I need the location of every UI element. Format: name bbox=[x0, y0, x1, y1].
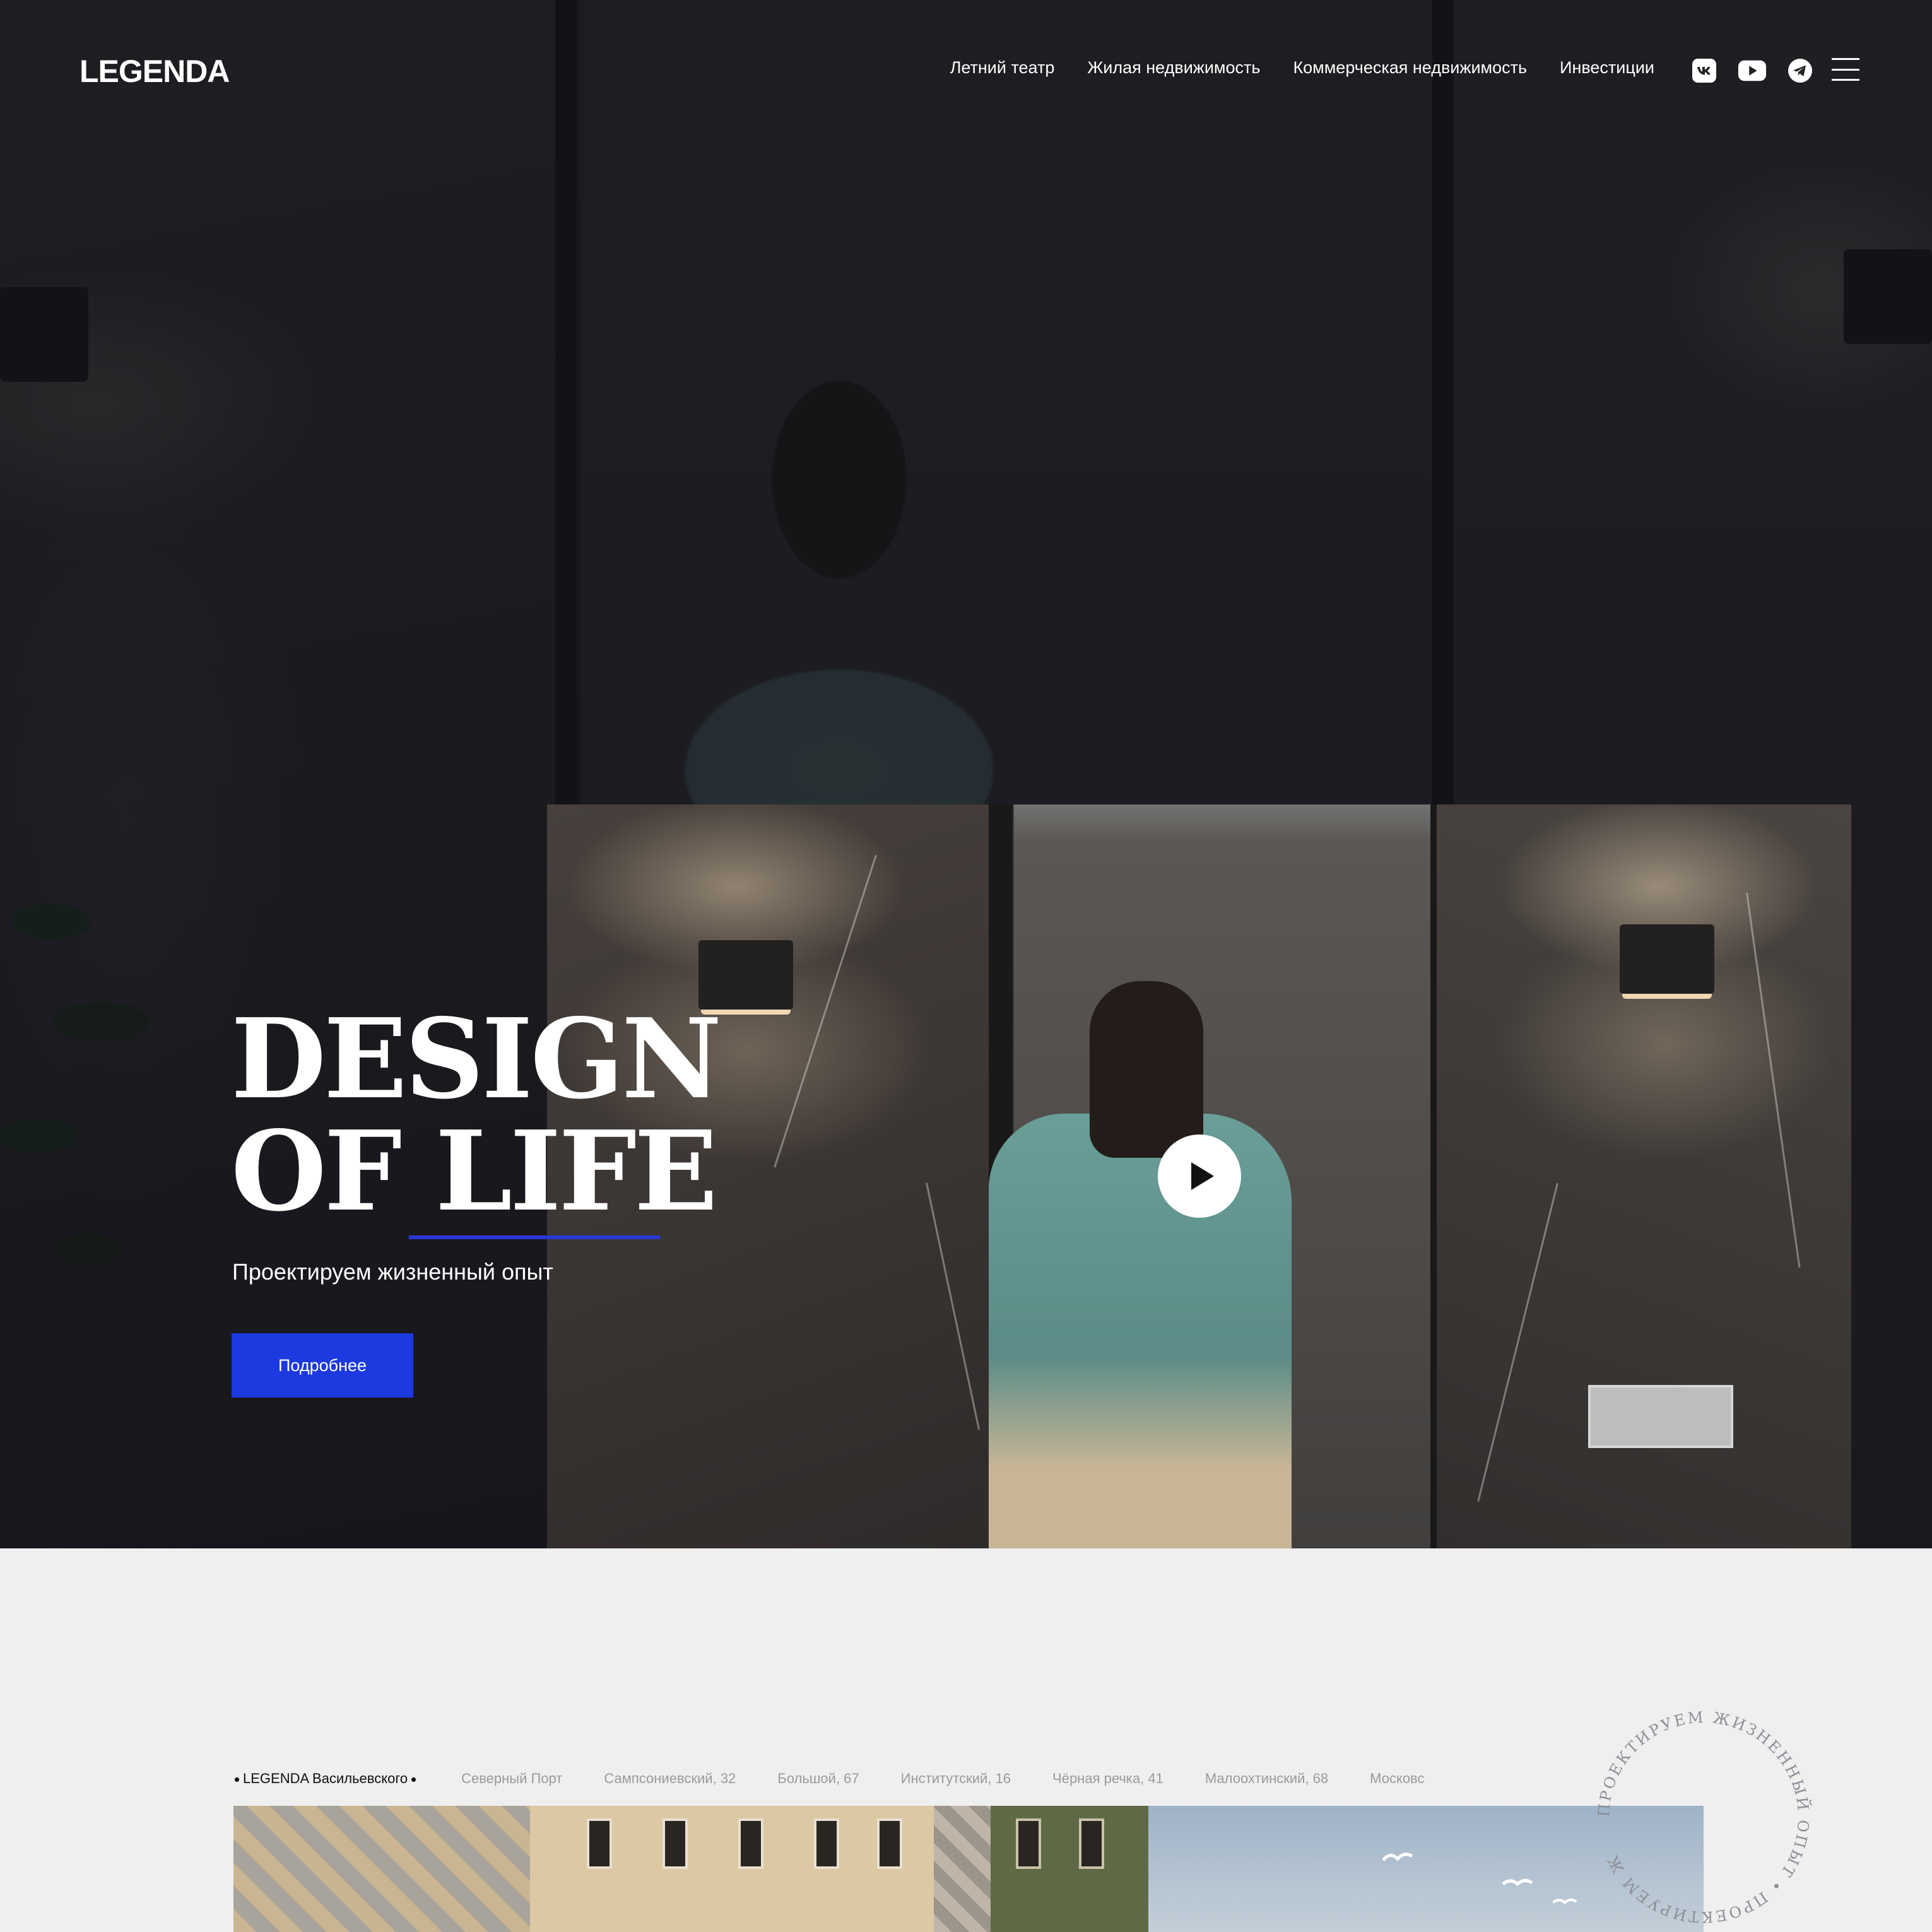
svg-text:ПРОЕКТИРУЕМ ЖИЗНЕННЫЙ ОПЫТ • П: ПРОЕКТИРУЕМ ЖИЗНЕННЫЙ ОПЫТ • ПРОЕКТИРУЕМ… bbox=[1595, 1708, 1814, 1926]
tab-dot bbox=[235, 1777, 239, 1782]
project-tab[interactable]: Большой, 67 bbox=[777, 1770, 859, 1787]
video-wall-lamp bbox=[1620, 924, 1714, 999]
project-window bbox=[663, 1818, 688, 1869]
project-window bbox=[1016, 1818, 1041, 1869]
burger-menu-icon[interactable] bbox=[1832, 58, 1859, 81]
project-tab[interactable]: Сампсониевский, 32 bbox=[604, 1770, 736, 1787]
badge-text: ПРОЕКТИРУЕМ ЖИЗНЕННЫЙ ОПЫТ • ПРОЕКТИРУЕМ… bbox=[1595, 1708, 1812, 1926]
project-tabs: LEGENDA Васильевского Северный Порт Самп… bbox=[231, 1770, 1461, 1787]
project-window bbox=[1079, 1818, 1104, 1869]
hero-headline-line1: DESIGN bbox=[231, 995, 722, 1124]
headline-underline bbox=[409, 1235, 660, 1239]
logo[interactable]: LEGENDA bbox=[80, 53, 230, 90]
more-button[interactable]: Подробнее bbox=[232, 1333, 413, 1398]
project-window bbox=[738, 1818, 763, 1869]
bird-icon bbox=[1502, 1879, 1533, 1887]
nav-item-investments[interactable]: Инвестиции bbox=[1560, 58, 1654, 78]
project-window bbox=[877, 1818, 902, 1869]
social-links bbox=[1690, 58, 1815, 83]
nav-item-summer-theatre[interactable]: Летний театр bbox=[950, 58, 1055, 78]
project-facade-pattern bbox=[934, 1806, 991, 1932]
bird-icon bbox=[1552, 1899, 1577, 1905]
video-glass-frame bbox=[1430, 804, 1437, 1548]
nav-item-commercial[interactable]: Коммерческая недвижимость bbox=[1293, 58, 1527, 78]
hero-headline: DESIGN OF LIFE bbox=[231, 995, 722, 1236]
rotating-badge: ПРОЕКТИРУЕМ ЖИЗНЕННЫЙ ОПЫТ • ПРОЕКТИРУЕМ… bbox=[1595, 1708, 1814, 1926]
vk-icon[interactable] bbox=[1690, 58, 1719, 83]
play-button[interactable] bbox=[1158, 1134, 1241, 1218]
project-window bbox=[587, 1818, 612, 1869]
project-tab[interactable]: Чёрная речка, 41 bbox=[1052, 1770, 1163, 1787]
video-person-hair bbox=[1090, 981, 1203, 1158]
hero-headline-line2: OF LIFE bbox=[231, 1107, 718, 1236]
project-tab-active[interactable]: LEGENDA Васильевского bbox=[231, 1770, 420, 1787]
hero-subtitle: Проектируем жизненный опыт bbox=[232, 1259, 553, 1285]
tab-dot bbox=[411, 1777, 416, 1782]
play-icon bbox=[1191, 1162, 1214, 1190]
project-image[interactable] bbox=[233, 1806, 1704, 1932]
project-facade-green bbox=[991, 1806, 1148, 1932]
project-tab[interactable]: Институтский, 16 bbox=[901, 1770, 1011, 1787]
project-tab[interactable]: Северный Порт bbox=[461, 1770, 562, 1787]
video-person bbox=[989, 1114, 1292, 1548]
youtube-icon[interactable] bbox=[1738, 58, 1767, 83]
telegram-icon[interactable] bbox=[1786, 58, 1815, 83]
bird-icon bbox=[1382, 1852, 1413, 1861]
nav-item-residential[interactable]: Жилая недвижимость bbox=[1087, 58, 1260, 78]
video-light-switch bbox=[1588, 1385, 1733, 1448]
project-facade-pattern bbox=[233, 1806, 530, 1932]
project-tab[interactable]: Малоохтинский, 68 bbox=[1205, 1770, 1328, 1787]
project-window bbox=[814, 1818, 839, 1869]
project-tab[interactable]: Московс bbox=[1370, 1770, 1424, 1787]
hero-section: LEGENDA Летний театр Жилая недвижимость … bbox=[0, 0, 1932, 1548]
main-nav: Летний театр Жилая недвижимость Коммерче… bbox=[950, 58, 1654, 78]
